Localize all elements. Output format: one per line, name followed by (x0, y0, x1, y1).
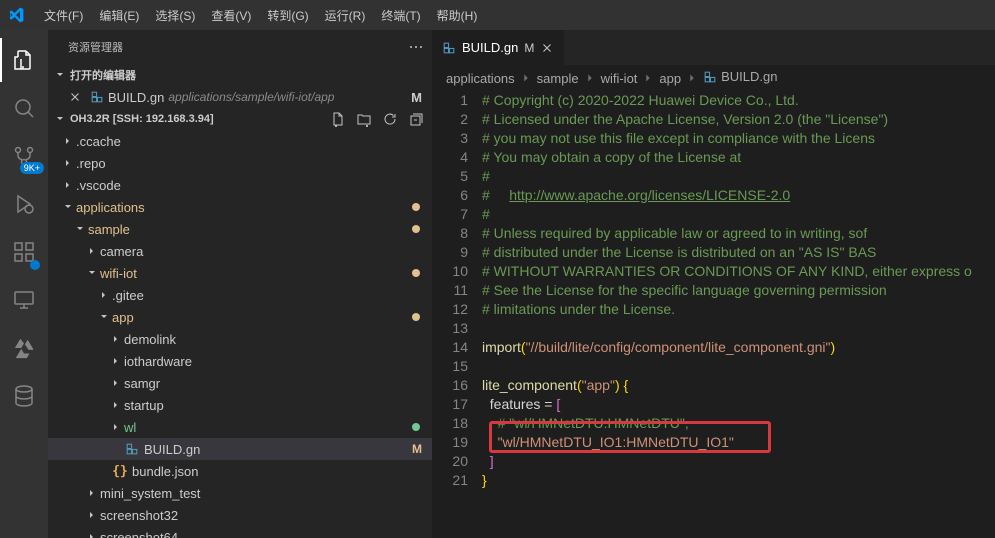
tree-item[interactable]: .ccache (48, 130, 432, 152)
code-lines[interactable]: # Copyright (c) 2020-2022 Huawei Device … (482, 91, 995, 538)
tree-item[interactable]: samgr (48, 372, 432, 394)
collapse-all-icon[interactable] (408, 111, 424, 127)
tree-item[interactable]: startup (48, 394, 432, 416)
open-editor-item[interactable]: BUILD.gn applications/sample/wifi-iot/ap… (48, 86, 432, 108)
line-gutter: 123456789101112131415161718192021 (432, 91, 482, 538)
extensions-tab[interactable] (0, 230, 48, 274)
tree-item[interactable]: camera (48, 240, 432, 262)
breadcrumb-item[interactable]: BUILD.gn (703, 69, 777, 87)
menu-item[interactable]: 查看(V) (203, 3, 259, 28)
remote-explorer-tab[interactable] (0, 278, 48, 322)
new-folder-icon[interactable] (356, 111, 372, 127)
tree-item[interactable]: applications (48, 196, 432, 218)
vscode-logo-icon (8, 7, 24, 23)
tree-item[interactable]: {}bundle.json (48, 460, 432, 482)
scm-badge: 9K+ (20, 162, 44, 174)
tree-item[interactable]: BUILD.gnM (48, 438, 432, 460)
drive-tab[interactable] (0, 326, 48, 370)
run-debug-tab[interactable] (0, 182, 48, 226)
open-editors-section[interactable]: 打开的编辑器 (48, 64, 432, 86)
tree-item[interactable]: sample (48, 218, 432, 240)
refresh-icon[interactable] (382, 111, 398, 127)
tree-item[interactable]: .gitee (48, 284, 432, 306)
menu-item[interactable]: 终端(T) (373, 3, 428, 28)
tree-item[interactable]: demolink (48, 328, 432, 350)
activity-bar: 9K+ (0, 30, 48, 538)
file-icon (442, 41, 456, 55)
breadcrumb-item[interactable]: app (659, 71, 681, 86)
editor-tabs: BUILD.gn M (432, 30, 995, 65)
tree-item[interactable]: iothardware (48, 350, 432, 372)
explorer-tab[interactable] (0, 38, 48, 82)
highlight-annotation (489, 421, 771, 453)
close-icon[interactable] (68, 90, 86, 104)
tree-item[interactable]: mini_system_test (48, 482, 432, 504)
search-tab[interactable] (0, 86, 48, 130)
database-tab[interactable] (0, 374, 48, 418)
sidebar: 资源管理器 打开的编辑器 BUILD.gn applications/sampl… (48, 30, 432, 538)
file-icon (90, 90, 104, 104)
editor-area: BUILD.gn M applicationssamplewifi-iotapp… (432, 30, 995, 538)
workspace-section[interactable]: OH3.2R [SSH: 192.168.3.94] (48, 108, 432, 130)
menu-item[interactable]: 编辑(E) (91, 3, 147, 28)
breadcrumb-item[interactable]: wifi-iot (601, 71, 638, 86)
file-tree: .ccache.repo.vscodeapplicationssamplecam… (48, 130, 432, 538)
menu-item[interactable]: 帮助(H) (429, 3, 486, 28)
menu-item[interactable]: 选择(S) (147, 3, 203, 28)
breadcrumb-item[interactable]: applications (446, 71, 515, 86)
tree-item[interactable]: wifi-iot (48, 262, 432, 284)
more-actions-icon[interactable] (408, 39, 424, 55)
close-icon[interactable] (540, 41, 554, 55)
tree-item[interactable]: .repo (48, 152, 432, 174)
new-file-icon[interactable] (330, 111, 346, 127)
tree-item[interactable]: wl (48, 416, 432, 438)
breadcrumb-item[interactable]: sample (537, 71, 579, 86)
tree-item[interactable]: app (48, 306, 432, 328)
menu-item[interactable]: 文件(F) (36, 3, 91, 28)
menu-item[interactable]: 转到(G) (259, 3, 316, 28)
code-editor[interactable]: 123456789101112131415161718192021 # Copy… (432, 91, 995, 538)
tab-build-gn[interactable]: BUILD.gn M (432, 30, 565, 65)
tree-item[interactable]: screenshot64 (48, 526, 432, 538)
source-control-tab[interactable]: 9K+ (0, 134, 48, 178)
main-menu: 文件(F)编辑(E)选择(S)查看(V)转到(G)运行(R)终端(T)帮助(H) (36, 3, 485, 28)
sidebar-title: 资源管理器 (68, 39, 123, 55)
tree-item[interactable]: .vscode (48, 174, 432, 196)
tree-item[interactable]: screenshot32 (48, 504, 432, 526)
menu-item[interactable]: 运行(R) (317, 3, 374, 28)
breadcrumb[interactable]: applications sample wifi-iot app BUILD.gn (432, 65, 995, 91)
